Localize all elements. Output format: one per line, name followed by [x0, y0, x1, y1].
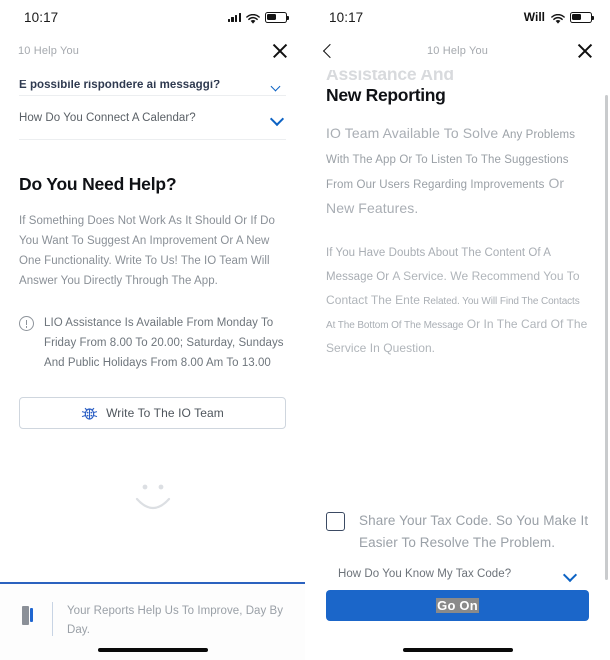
- go-on-label: Go On: [436, 598, 479, 613]
- battery-icon: [265, 11, 290, 23]
- dual-phone-screenshot: 10:17 10 Help You È possibile rispondere…: [0, 0, 610, 660]
- bug-icon: [81, 406, 98, 421]
- banner-divider: [52, 602, 53, 636]
- book-icon: [22, 602, 38, 628]
- info-circle-icon: [19, 316, 34, 331]
- assistance-notice: LIO Assistance Is Available From Monday …: [19, 313, 286, 373]
- carrier-label: Will: [523, 10, 545, 24]
- smiley-face-icon: [123, 475, 183, 528]
- scrollbar[interactable]: [605, 95, 608, 580]
- chevron-down-icon[interactable]: [271, 83, 284, 91]
- faq-row[interactable]: How Do You Connect A Calendar?: [19, 96, 286, 140]
- battery-icon: [570, 11, 595, 23]
- share-tax-code-checkbox[interactable]: [326, 512, 345, 531]
- scrolled-title-remnant: Assistance And: [326, 70, 589, 84]
- write-button-label: Write To The IO Team: [106, 406, 224, 420]
- right-content: Assistance And New Reporting IO Team Ava…: [305, 68, 610, 538]
- assistance-notice-text: LIO Assistance Is Available From Monday …: [44, 317, 284, 369]
- right-phone-panel: 10:17 Will 10 Help You Assistance And Ne…: [305, 0, 610, 660]
- faq-question: È possibile rispondere ai messaggi?: [19, 80, 221, 91]
- smiley-illustration: [19, 475, 286, 528]
- chevron-left-icon[interactable]: [321, 44, 335, 58]
- cellular-signal-icon: [227, 12, 241, 22]
- ghost-title-text: Assistance And: [326, 70, 454, 84]
- page-title: Do You Need Help?: [19, 174, 177, 194]
- status-time: 10:17: [329, 9, 364, 25]
- close-icon[interactable]: [271, 42, 289, 60]
- wifi-icon: [551, 12, 565, 24]
- close-icon[interactable]: [576, 42, 594, 60]
- tax-code-helper-label: How Do You Know My Tax Code?: [338, 568, 512, 580]
- status-indicators: [227, 11, 290, 24]
- home-indicator: [97, 648, 208, 652]
- detail-paragraph: If You Have Doubts About The Content Of …: [326, 242, 589, 361]
- share-tax-code-label: Share Your Tax Code. So You Make It Easi…: [359, 513, 589, 550]
- left-phone-panel: 10:17 10 Help You È possibile rispondere…: [0, 0, 305, 660]
- help-paragraph: If Something Does Not Work As It Should …: [19, 215, 275, 287]
- right-bottom-actions: Share Your Tax Code. So You Make It Easi…: [305, 510, 610, 660]
- chevron-down-icon[interactable]: [271, 114, 284, 122]
- right-status-bar: 10:17 Will: [305, 0, 610, 34]
- nav-title: 10 Help You: [427, 45, 488, 57]
- page-title: New Reporting: [326, 85, 446, 105]
- status-time: 10:17: [24, 9, 59, 25]
- tax-code-helper-row[interactable]: How Do You Know My Tax Code?: [326, 568, 589, 580]
- right-nav-header: 10 Help You: [305, 34, 610, 68]
- intro-line-1: IO Team Available To Solve: [326, 125, 499, 141]
- go-on-button[interactable]: Go On: [326, 590, 589, 621]
- intro-paragraph: IO Team Available To Solve Any Problems …: [326, 122, 589, 220]
- nav-title: 10 Help You: [18, 45, 79, 57]
- faq-question: How Do You Connect A Calendar?: [19, 111, 196, 124]
- chevron-down-icon[interactable]: [564, 570, 577, 578]
- left-content: È possibile rispondere ai messaggi? How …: [0, 68, 305, 608]
- banner-text: Your Reports Help Us To Improve, Day By …: [67, 605, 284, 636]
- home-indicator: [402, 648, 513, 652]
- share-tax-code-row[interactable]: Share Your Tax Code. So You Make It Easi…: [326, 510, 589, 554]
- write-to-io-team-button[interactable]: Write To The IO Team: [19, 397, 286, 429]
- left-nav-header: 10 Help You: [0, 34, 305, 68]
- wifi-icon: [246, 12, 260, 24]
- faq-row[interactable]: È possibile rispondere ai messaggi?: [19, 68, 286, 96]
- status-indicators: Will: [523, 10, 595, 24]
- left-status-bar: 10:17: [0, 0, 305, 34]
